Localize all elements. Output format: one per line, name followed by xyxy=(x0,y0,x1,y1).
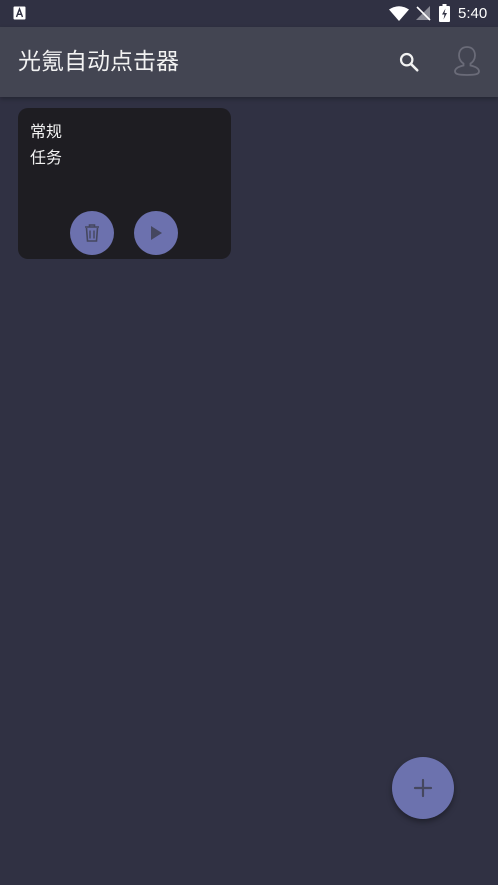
delete-task-button[interactable] xyxy=(70,211,114,255)
task-card[interactable]: 常规任务 xyxy=(18,108,231,259)
search-button[interactable] xyxy=(392,45,426,79)
account-button[interactable] xyxy=(449,43,485,79)
wifi-icon xyxy=(389,6,409,21)
app-title: 光氪自动点击器 xyxy=(18,49,179,75)
no-signal-icon xyxy=(416,6,431,21)
status-bar: 5:40 xyxy=(0,0,498,27)
search-icon xyxy=(399,52,419,72)
play-icon xyxy=(151,226,162,240)
notification-a-icon xyxy=(13,6,26,20)
delete-icon xyxy=(85,224,99,242)
app-bar: 光氪自动点击器 xyxy=(0,27,498,97)
run-task-button[interactable] xyxy=(134,211,178,255)
task-name: 常规任务 xyxy=(30,122,63,167)
account-icon xyxy=(454,46,480,76)
app-screen: 5:40 光氪自动点击器 常规任务 xyxy=(0,0,498,885)
battery-charging-icon xyxy=(439,4,450,22)
status-clock: 5:40 xyxy=(458,5,488,22)
plus-icon xyxy=(413,778,433,798)
add-task-button[interactable] xyxy=(392,757,454,819)
